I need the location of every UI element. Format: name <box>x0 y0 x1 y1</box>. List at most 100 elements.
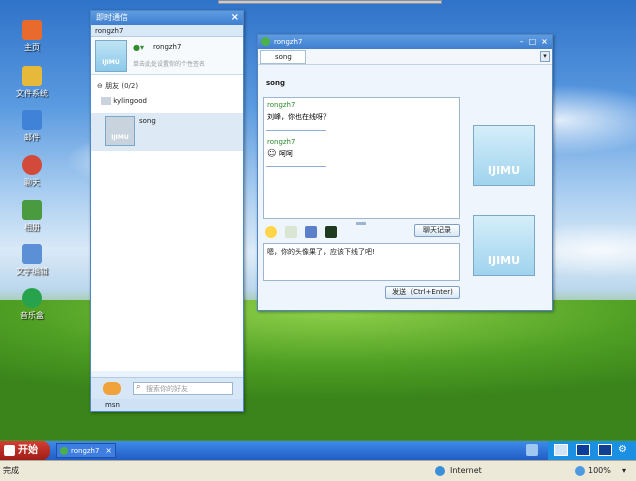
desktop-icon-label: 相册 <box>24 223 40 232</box>
group-count: (0/2) <box>121 82 139 90</box>
friend-name: song <box>139 117 156 125</box>
mail-icon <box>22 110 42 130</box>
top-toolbar-stub <box>218 0 442 4</box>
window-icon[interactable] <box>554 444 568 456</box>
desktop-icon-photos[interactable]: 相册 <box>10 200 54 233</box>
taskbar: 开始 rongzh7 × ⚙ <box>0 441 636 460</box>
smile-emoji-icon: ☺ <box>267 149 277 159</box>
status-text: 完成 <box>3 466 19 475</box>
desktop-icon-label: 邮件 <box>24 133 40 142</box>
message-history[interactable]: rongzh7 刘峰，你也在线呀？ rongzh7 ☺ 呵呵 <box>263 97 460 219</box>
status-bar: 完成 Internet 100% ▾ <box>0 460 636 481</box>
tab-song[interactable]: song <box>260 50 306 64</box>
network-icon[interactable] <box>526 444 538 456</box>
chevron-down-icon[interactable]: ▾ <box>540 51 550 62</box>
monitor-icon[interactable] <box>598 444 612 456</box>
folder-icon <box>22 66 42 86</box>
chat-window: rongzh7 – □ × song ▾ song rongzh7 刘峰，你也在… <box>257 34 553 311</box>
globe-icon <box>435 466 445 476</box>
collapse-icon: ⊖ <box>97 82 103 90</box>
start-icon <box>4 445 15 456</box>
desktop-icon-label: 聊天 <box>24 178 40 187</box>
maximize-icon[interactable]: □ <box>528 37 537 46</box>
avatar-logo-text: IJIMU <box>111 134 129 141</box>
chat-app-icon <box>261 37 270 46</box>
desktop-icon-mail[interactable]: 邮件 <box>10 110 54 143</box>
message-input[interactable]: 嗯，你的头像果了，应该下线了吧! <box>263 243 460 281</box>
group-label: 朋友 <box>105 82 120 90</box>
zoom-level[interactable]: 100% <box>588 461 611 481</box>
footer-bar: msn <box>91 399 243 411</box>
chat-window-title: rongzh7 <box>274 38 303 46</box>
chevron-down-icon[interactable]: ▾ <box>622 461 626 481</box>
im-window-titlebar[interactable]: 即时通信 × <box>91 11 243 25</box>
history-button[interactable]: 聊天记录 <box>414 224 460 237</box>
chat-tabbar: song ▾ <box>258 49 552 65</box>
screenshot-icon[interactable] <box>305 226 317 238</box>
zoom-icon <box>575 466 585 476</box>
message-text: 呵呵 <box>279 150 293 158</box>
profile-panel: IJIMU ●▾ rongzh7 单击此处设置你的个性签名 <box>91 37 243 75</box>
edit-icon <box>22 244 42 264</box>
desktop-icon-chat[interactable]: 聊天 <box>10 155 54 188</box>
account-header: rongzh7 <box>91 25 243 37</box>
list-item[interactable]: kylingood <box>101 97 147 105</box>
color-picker-icon[interactable] <box>325 226 337 238</box>
menu-icon[interactable] <box>103 382 121 395</box>
message-sender: rongzh7 <box>267 138 296 146</box>
chat-window-titlebar[interactable]: rongzh7 – □ × <box>258 35 552 49</box>
search-input[interactable]: 搜索你的好友 <box>133 382 233 395</box>
desktop-icon-label: 文件系统 <box>16 89 48 98</box>
desktop-icon-files[interactable]: 文件系统 <box>10 66 54 99</box>
friend-list: ⊖ 朋友 (0/2) kylingood IJIMU song <box>91 75 243 371</box>
friend-name: kylingood <box>113 97 147 105</box>
account-name: rongzh7 <box>95 27 124 35</box>
desktop-icon-music[interactable]: 音乐盒 <box>10 288 54 321</box>
start-label: 开始 <box>18 445 38 456</box>
home-icon <box>22 20 42 40</box>
avatar-logo-text: IJIMU <box>487 254 521 267</box>
chat-icon <box>22 155 42 175</box>
close-icon[interactable]: × <box>105 444 112 458</box>
avatar-logo-text: IJIMU <box>487 164 521 177</box>
list-item[interactable]: IJIMU song <box>91 113 243 151</box>
search-icon: ⌕ <box>136 382 141 391</box>
emoji-icon[interactable] <box>265 226 277 238</box>
taskbar-item-chat[interactable]: rongzh7 × <box>56 443 116 458</box>
im-window: 即时通信 × rongzh7 IJIMU ●▾ rongzh7 单击此处设置你的… <box>90 10 244 412</box>
im-window-title: 即时通信 <box>96 13 128 22</box>
send-button[interactable]: 发送（Ctrl+Enter) <box>385 286 460 299</box>
contact-name: song <box>266 79 285 87</box>
music-icon <box>22 288 42 308</box>
signature-field[interactable]: 单击此处设置你的个性签名 <box>133 59 205 68</box>
photo-icon <box>22 200 42 220</box>
message-input-text: 嗯，你的头像果了，应该下线了吧! <box>267 248 375 256</box>
close-icon[interactable]: × <box>231 11 239 25</box>
display-icon[interactable] <box>576 444 590 456</box>
zone-text: Internet <box>450 466 482 475</box>
status-icon[interactable]: ●▾ <box>133 43 144 52</box>
friend-group-header[interactable]: ⊖ 朋友 (0/2) <box>97 81 138 91</box>
desktop-icon-label: 主页 <box>24 43 40 52</box>
send-file-icon[interactable] <box>285 226 297 238</box>
avatar <box>101 97 111 105</box>
start-button[interactable]: 开始 <box>0 441 50 460</box>
message-divider <box>266 166 326 167</box>
desktop-icon-home[interactable]: 主页 <box>10 20 54 53</box>
desktop-icon-label: 文字编辑 <box>16 267 48 276</box>
message-text: 刘峰，你也在线呀？ <box>267 113 330 121</box>
desktop-icon-editor[interactable]: 文字编辑 <box>10 244 54 277</box>
task-label: rongzh7 <box>71 447 100 455</box>
avatar-logo-text: IJIMU <box>102 59 120 66</box>
avatar[interactable]: IJIMU <box>95 40 127 72</box>
splitter-handle[interactable] <box>356 222 366 225</box>
tab-label: song <box>275 53 292 61</box>
close-icon[interactable]: × <box>540 37 549 46</box>
profile-name: rongzh7 <box>153 43 182 51</box>
avatar: IJIMU <box>473 125 535 186</box>
system-tray: ⚙ <box>548 441 636 460</box>
minimize-icon[interactable]: – <box>517 37 526 46</box>
settings-icon[interactable]: ⚙ <box>618 444 632 456</box>
desktop-icon-label: 音乐盒 <box>20 311 44 320</box>
footer-label: msn <box>105 401 120 409</box>
